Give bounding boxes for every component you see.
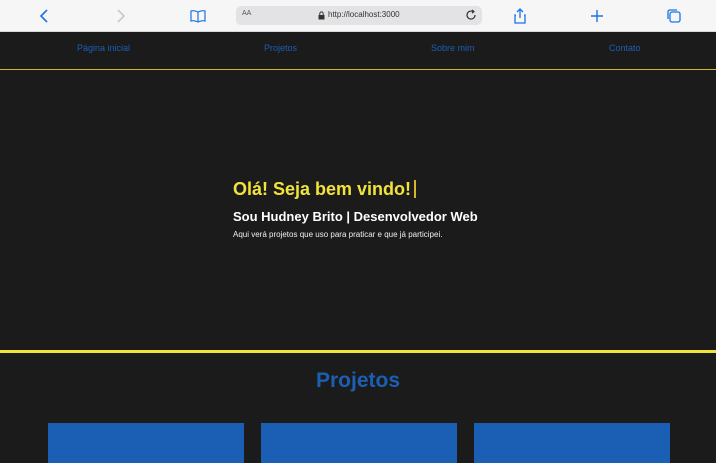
nav-link-about[interactable]: Sobre mim — [431, 43, 475, 53]
url-text: http://localhost:3000 — [328, 10, 400, 19]
reader-aa-button[interactable]: AA — [242, 10, 251, 17]
reload-icon[interactable] — [465, 9, 477, 21]
lock-icon — [318, 11, 325, 20]
hero-greeting: Olá! Seja bem vindo! — [233, 179, 417, 200]
tabs-icon[interactable] — [664, 6, 684, 26]
hero-greeting-text: Olá! Seja bem vindo! — [233, 179, 412, 199]
nav-link-home[interactable]: Página inicial — [77, 43, 130, 53]
typing-cursor — [414, 180, 417, 198]
new-tab-icon[interactable] — [587, 6, 607, 26]
site-nav: Página inicial Projetos Sobre mim Contat… — [0, 32, 716, 70]
project-card[interactable] — [48, 423, 244, 463]
bookmarks-icon[interactable] — [188, 6, 208, 26]
address-bar[interactable]: AA http://localhost:3000 — [236, 6, 482, 25]
projects-section: Projetos — [0, 353, 716, 463]
hero-subtitle: Sou Hudney Brito | Desenvolvedor Web — [233, 209, 478, 224]
hero-section: Olá! Seja bem vindo! Sou Hudney Brito | … — [0, 70, 716, 350]
project-card[interactable] — [474, 423, 670, 463]
back-icon[interactable] — [35, 6, 55, 26]
forward-icon[interactable] — [110, 6, 130, 26]
nav-link-projects[interactable]: Projetos — [264, 43, 297, 53]
hero-description: Aqui verá projetos que uso para praticar… — [233, 230, 443, 239]
projects-title: Projetos — [315, 369, 401, 392]
project-card[interactable] — [261, 423, 457, 463]
nav-link-contact[interactable]: Contato — [609, 43, 641, 53]
share-icon[interactable] — [510, 6, 530, 26]
browser-toolbar: AA http://localhost:3000 — [0, 0, 716, 32]
